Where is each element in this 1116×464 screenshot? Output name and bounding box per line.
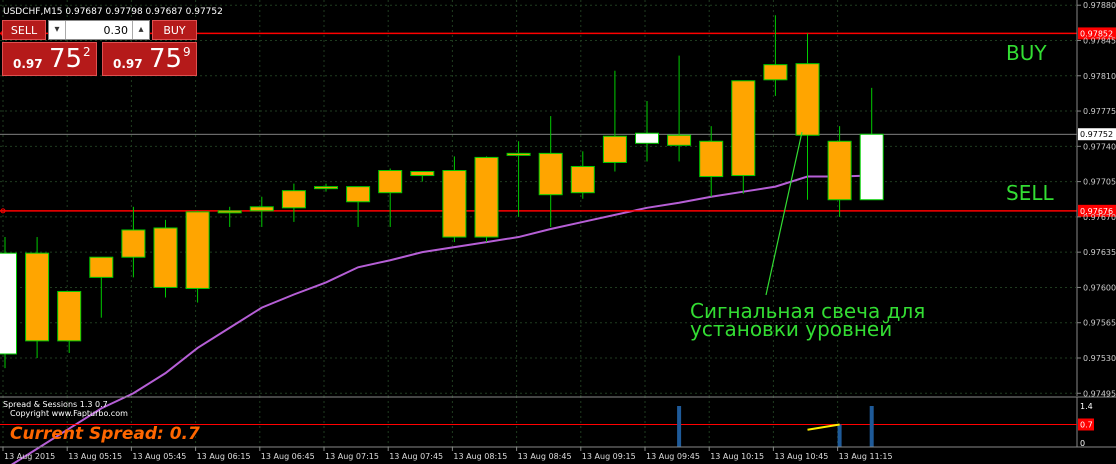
candle-up <box>57 290 82 342</box>
y-tick-label: 0.97565 <box>1083 319 1116 328</box>
candle-up <box>153 227 178 288</box>
candle-up <box>474 156 499 238</box>
x-tick-label: 13 Aug 05:45 <box>132 452 186 461</box>
y-tick-label: 0.97880 <box>1083 1 1116 10</box>
lot-size-stepper: ▾ ▴ <box>48 20 150 40</box>
candle-up <box>185 211 210 289</box>
candle-up <box>602 135 627 163</box>
x-tick-label: 13 Aug 07:45 <box>389 452 443 461</box>
y-tick-label: 0.97810 <box>1083 72 1116 81</box>
lot-decrease-button[interactable]: ▾ <box>49 21 66 39</box>
lot-increase-button[interactable]: ▴ <box>132 21 149 39</box>
lot-size-input[interactable] <box>66 21 132 39</box>
spread-bar <box>837 424 842 447</box>
y-tick-label: 0.97530 <box>1083 354 1116 363</box>
sell-annotation: SELL <box>1006 181 1054 205</box>
current-spread: Current Spread: 0.7 <box>10 424 200 444</box>
signal-annotation-line2: установки уровней <box>690 317 892 341</box>
buy-price-prefix: 0.97 <box>113 57 143 71</box>
candle-up <box>667 134 692 146</box>
sell-price-button[interactable]: 0.97 75 2 <box>2 42 97 76</box>
sell-price-prefix: 0.97 <box>13 57 43 71</box>
candle-down <box>0 252 17 355</box>
candle-up <box>249 206 274 212</box>
candle-up <box>699 140 724 178</box>
sell-price-pips: 75 <box>49 44 83 74</box>
y-tick-label: 0.97635 <box>1083 248 1116 257</box>
candle-up <box>763 64 788 81</box>
x-tick-label: 13 Aug 08:45 <box>518 452 572 461</box>
x-tick-label: 13 Aug 09:15 <box>582 452 636 461</box>
x-tick-label: 13 Aug 10:15 <box>710 452 764 461</box>
spread-axis-label: 1.4 <box>1080 402 1093 411</box>
candle-up <box>89 256 114 278</box>
current-price-label: 0.97752 <box>1080 130 1113 139</box>
x-tick-label: 13 Aug 11:15 <box>839 452 893 461</box>
y-tick-label: 0.97705 <box>1083 178 1116 187</box>
x-tick-label: 13 Aug 08:15 <box>453 452 507 461</box>
candle-up <box>410 171 435 177</box>
candle-down <box>859 133 884 201</box>
candle-up <box>217 210 242 214</box>
buy-annotation: BUY <box>1006 41 1047 65</box>
y-tick-label: 0.97670 <box>1083 213 1116 222</box>
buy-price-pips: 75 <box>149 44 183 74</box>
candle-up <box>25 252 50 342</box>
y-tick-label: 0.97740 <box>1083 142 1116 151</box>
candle-down <box>635 132 659 144</box>
candle-up <box>314 186 338 190</box>
spread-bar <box>869 406 874 447</box>
x-tick-label: 13 Aug 2015 <box>4 452 55 461</box>
candle-up <box>538 152 563 196</box>
candle-up <box>378 170 403 194</box>
candle-up <box>731 80 756 177</box>
x-tick-label: 13 Aug 09:45 <box>646 452 700 461</box>
x-tick-label: 13 Aug 10:45 <box>774 452 828 461</box>
candle-up <box>795 63 820 136</box>
one-click-trading-panel: SELL ▾ ▴ BUY 0.97 75 2 0.97 75 9 <box>2 20 197 76</box>
x-tick-label: 13 Aug 05:15 <box>68 452 122 461</box>
x-tick-label: 13 Aug 07:15 <box>325 452 379 461</box>
y-tick-label: 0.97845 <box>1083 36 1116 45</box>
candle-up <box>442 170 467 238</box>
x-tick-label: 13 Aug 06:15 <box>197 452 251 461</box>
x-tick-label: 13 Aug 06:45 <box>261 452 315 461</box>
y-tick-label: 0.97600 <box>1083 283 1116 292</box>
indicator-copyright: Copyright www.Fapturbo.com <box>10 409 128 418</box>
candle-up <box>121 229 146 258</box>
candle-up <box>346 186 371 203</box>
candle-up <box>570 165 595 194</box>
candle-up <box>827 140 852 201</box>
buy-price-fraction: 9 <box>183 45 191 59</box>
candle-up <box>281 190 306 209</box>
buy-price-button[interactable]: 0.97 75 9 <box>102 42 197 76</box>
buy-button[interactable]: BUY <box>152 20 197 40</box>
symbol-header: USDCHF,M15 0.97687 0.97798 0.97687 0.977… <box>3 7 223 17</box>
sell-price-fraction: 2 <box>83 45 91 59</box>
spread-bar <box>677 406 682 447</box>
y-tick-label: 0.97775 <box>1083 107 1116 116</box>
candle-up <box>506 152 531 156</box>
spread-axis-label: 0.7 <box>1080 421 1093 430</box>
sell-button[interactable]: SELL <box>2 20 46 40</box>
indicator-title: Spread & Sessions 1.3 0.7 <box>3 400 108 409</box>
